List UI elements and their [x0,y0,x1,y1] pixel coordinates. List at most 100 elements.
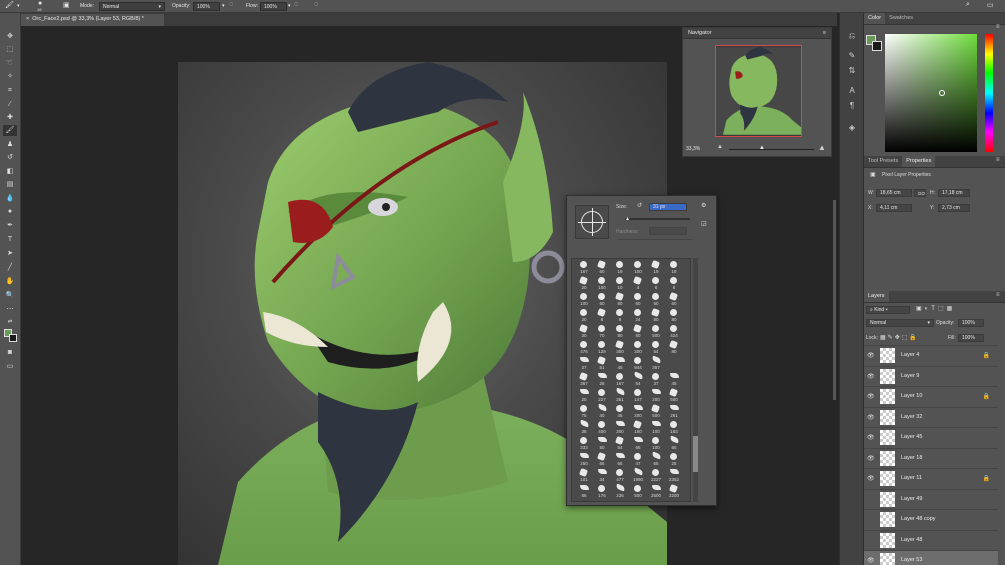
line-tool-icon[interactable]: ╱ [3,262,17,273]
blur-tool-icon[interactable]: 💧 [3,193,17,204]
opacity-dropdown-icon[interactable]: ▾ [222,3,225,9]
3d-panel-icon[interactable]: ◈ [846,123,858,133]
brush-preset[interactable]: 51 [594,356,610,373]
layer-row[interactable]: 👁 Layer 53 [864,550,998,565]
brush-preset[interactable]: 1990 [630,467,646,485]
brush-preset[interactable]: 65 [630,437,646,453]
more-tools-icon[interactable]: ⋯ [3,304,17,315]
brush-preset[interactable]: 500 [630,485,646,501]
brush-preset[interactable]: 45 [612,405,628,421]
lock-icons[interactable]: ▦✎✥⬚🔒 [880,334,919,341]
panel-menu-icon[interactable]: ≡ [996,292,1000,298]
brush-preset[interactable]: 200 [648,389,664,405]
navigator-thumbnail[interactable] [715,45,802,137]
brush-preset[interactable]: 2200 [666,484,682,501]
tab-properties[interactable]: Properties [902,156,936,167]
adjustments-panel-icon[interactable]: ⇅ [846,66,858,76]
layer-opacity-input[interactable]: 100% [958,319,984,327]
layer-row[interactable]: 👁 Layer 11 🔒 [864,468,998,488]
brush-preset[interactable]: 500 [648,404,664,421]
panel-menu-icon[interactable]: ≡ [996,24,1000,30]
mode-select[interactable]: Normal ▾ [99,2,165,11]
brush-preset[interactable]: 261 [666,405,682,421]
gradient-tool-icon[interactable]: ▤ [3,179,17,190]
layer-row[interactable]: 👁 Layer 10 🔒 [864,386,998,406]
tab-tool-presets[interactable]: Tool Presets [864,156,902,167]
zoom-slider-track[interactable] [729,149,814,150]
x-input[interactable]: 4,11 cm [876,204,912,212]
swap-colors-icon[interactable]: ⇄ [3,317,17,328]
brush-tool-icon[interactable]: 🖌 [3,125,17,136]
brush-settings-gear-icon[interactable]: ⚙ [701,202,706,209]
brush-preset[interactable]: 65 [612,453,628,469]
brush-preset[interactable]: 19 [612,261,628,277]
navigator-zoom-value[interactable]: 33,3% [686,146,700,152]
dodge-tool-icon[interactable]: ● [3,206,17,217]
pressure-opacity-icon[interactable]: ◌ [229,1,233,8]
brush-preset[interactable]: 60 [666,292,682,309]
brush-preset[interactable]: 100 [576,293,592,309]
layer-row[interactable]: Layer 48 [864,529,998,550]
brush-preset[interactable]: 30 [576,324,592,341]
quick-mask-icon[interactable]: ◙ [3,347,17,358]
flow-dropdown-icon[interactable]: ▾ [288,3,291,9]
flow-input[interactable]: 100% [260,2,287,11]
brush-preset[interactable]: 500 [666,388,682,405]
color-field[interactable] [885,34,977,152]
paragraph-panel-icon[interactable]: ¶ [846,101,858,111]
zoom-out-icon[interactable]: ▲ [717,144,723,150]
layer-row[interactable]: Layer 48 copy [864,509,998,529]
brush-size-input[interactable]: 31 px [649,203,687,211]
brush-grid-scrollbar-thumb[interactable] [693,436,698,472]
brush-preset[interactable]: 183 [666,421,682,437]
brush-preset[interactable]: 300 [612,340,628,357]
lasso-tool-icon[interactable]: ➰ [3,58,17,69]
reset-size-icon[interactable]: ↺ [637,202,642,209]
y-input[interactable]: 2,73 cm [938,204,970,212]
visibility-eye-icon[interactable]: 👁 [867,557,875,564]
brush-preset[interactable]: 10 [612,277,628,293]
layer-row[interactable]: 👁 Layer 9 [864,365,998,386]
size-slider-handle[interactable]: ▲ [625,216,630,222]
brush-preset[interactable]: 167 [612,373,628,389]
brush-preset[interactable]: 200 [612,421,628,437]
visibility-eye-icon[interactable]: 👁 [867,475,875,482]
layer-row[interactable]: 👁 Layer 32 [864,406,998,427]
move-tool-icon[interactable]: ✥ [3,31,17,42]
tool-preset-dropdown-icon[interactable]: ▾ [17,3,20,9]
marquee-tool-icon[interactable]: ⬚ [3,44,17,55]
brush-preset[interactable]: 2227 [648,469,664,485]
zoom-in-icon[interactable]: ▲ [818,143,826,152]
brush-preset[interactable]: 8 [666,277,682,293]
brush-preset[interactable]: 200 [630,341,646,357]
character-panel-icon[interactable]: A [846,86,858,96]
search-icon[interactable]: ⌕ [966,1,970,9]
brush-preset[interactable]: 45 [612,357,628,373]
brush-preset[interactable]: 944 [630,357,646,373]
document-tab[interactable]: × Orc_Face2.psd @ 33,3% (Layer 53, RGB/8)… [21,14,164,26]
brush-preset[interactable]: 80 [666,340,682,357]
brush-preset[interactable]: 8 [594,308,610,325]
quick-selection-tool-icon[interactable]: ✧ [3,71,17,82]
brush-preset[interactable]: 4 [630,276,646,293]
type-tool-icon[interactable]: T [3,234,17,245]
visibility-eye-icon[interactable]: 👁 [867,455,875,462]
link-dimensions-button[interactable]: GO [914,189,926,197]
size-slider-track[interactable] [625,218,690,220]
panel-menu-icon[interactable]: ≡ [823,30,826,36]
brush-preset-icon[interactable]: ● [38,0,42,7]
brush-preset[interactable]: 19 [666,261,682,277]
brush-preset[interactable]: 38 [576,419,592,437]
color-panel-background-swatch[interactable] [872,41,882,51]
eraser-tool-icon[interactable]: ◧ [3,166,17,177]
workspace-icon[interactable]: ▭ [987,1,994,9]
brush-settings-panel-icon[interactable]: ✎ [846,51,858,61]
visibility-eye-icon[interactable]: 👁 [867,393,875,400]
brush-preset[interactable]: 54 [630,371,646,389]
brush-preset[interactable]: 167 [576,261,592,277]
hue-slider[interactable] [985,34,993,152]
brush-panel-toggle-icon[interactable]: ▣ [63,1,70,9]
brush-preset[interactable]: 236 [612,483,628,501]
brush-preset[interactable]: 200 [630,405,646,421]
brush-preset[interactable]: 54 [612,436,628,453]
